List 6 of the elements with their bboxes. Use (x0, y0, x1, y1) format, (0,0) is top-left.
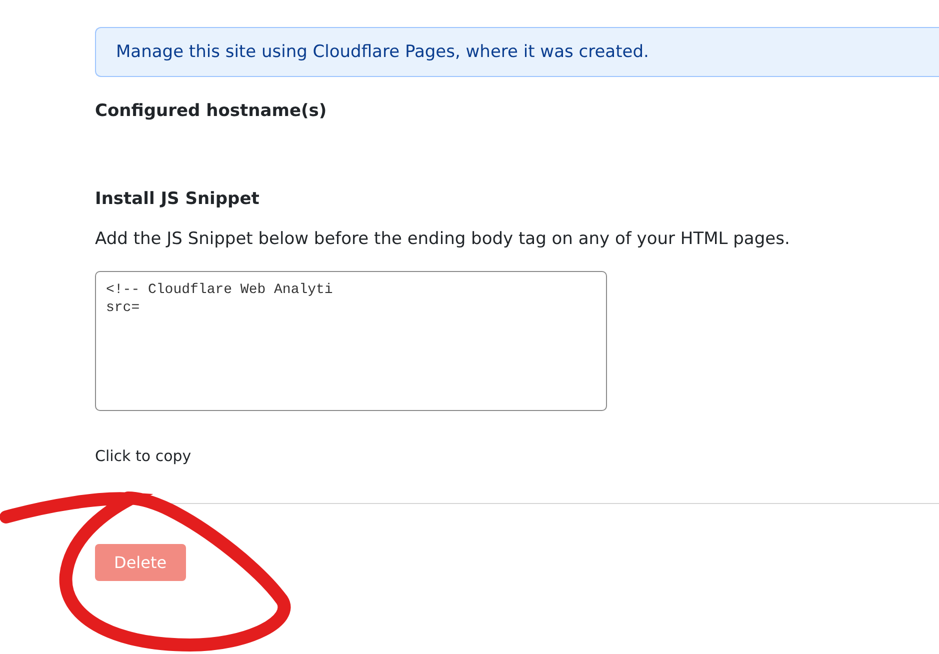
copy-hint: Click to copy (95, 447, 192, 465)
info-notice: Manage this site using Cloudflare Pages, where it was created. (95, 27, 939, 77)
section-heading: Install JS Snippet (95, 189, 260, 209)
snippet-description: Add the JS Snippet below before the ending body tag on any of your HTML pages. (95, 229, 791, 249)
section-heading: Configured hostname(s) (95, 101, 328, 121)
code-snippet-box[interactable]: <!-- Cloudflare Web Analyti src= (95, 271, 607, 411)
